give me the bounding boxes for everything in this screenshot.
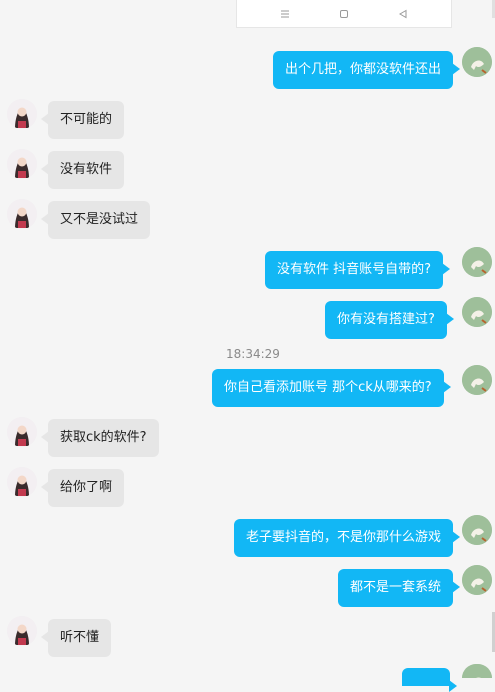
message-bubble-outgoing[interactable]: 老子要抖音的，不是你那什么游戏 <box>234 519 461 557</box>
message-text: 又不是没试过 <box>60 212 139 227</box>
avatar[interactable] <box>7 199 37 229</box>
avatar-sketch-icon <box>462 664 492 678</box>
avatar-girl-icon <box>7 99 37 129</box>
message-text: 都不是一套系统 <box>350 580 442 595</box>
message-text: 出个几把，你都没软件还出 <box>285 62 442 77</box>
triangle-back-icon[interactable] <box>396 7 410 21</box>
message-bubble-outgoing[interactable]: 出个几把，你都没软件还出 <box>273 51 461 89</box>
avatar-girl-icon <box>7 616 37 646</box>
message-text: 给你了啊 <box>60 480 113 495</box>
message-bubble-outgoing[interactable] <box>402 668 457 692</box>
avatar[interactable] <box>462 365 492 395</box>
message-bubble-incoming[interactable]: 没有软件 <box>40 151 125 189</box>
avatar[interactable] <box>7 616 37 646</box>
message-bubble-incoming[interactable]: 又不是没试过 <box>40 201 151 239</box>
message-bubble-incoming[interactable]: 获取ck的软件? <box>41 419 159 457</box>
avatar[interactable] <box>462 297 492 327</box>
avatar[interactable] <box>7 99 37 129</box>
message-text: 没有软件 <box>60 162 113 177</box>
avatar[interactable] <box>7 417 37 447</box>
avatar-girl-icon <box>7 199 37 229</box>
avatar-sketch-icon <box>462 365 492 395</box>
message-text: 没有软件 抖音账号自带的? <box>277 262 432 277</box>
message-bubble-outgoing[interactable]: 你有没有搭建过? <box>325 301 454 339</box>
message-text: 不可能的 <box>60 112 113 127</box>
message-text: 你自己看添加账号 那个ck从哪来的? <box>224 380 432 395</box>
avatar-sketch-icon <box>462 565 492 595</box>
message-text: 听不懂 <box>60 630 100 645</box>
avatar-sketch-icon <box>462 515 492 545</box>
avatar-sketch-icon <box>462 247 492 277</box>
avatar[interactable] <box>462 565 492 595</box>
message-bubble-outgoing[interactable]: 没有软件 抖音账号自带的? <box>265 251 451 289</box>
avatar[interactable] <box>462 247 492 277</box>
message-bubble-incoming[interactable]: 给你了啊 <box>40 469 125 507</box>
avatar[interactable] <box>462 664 492 678</box>
avatar[interactable] <box>7 467 37 497</box>
avatar-sketch-icon <box>462 297 492 327</box>
avatar[interactable] <box>462 515 492 545</box>
avatar-girl-icon <box>7 417 37 447</box>
message-bubble-outgoing[interactable]: 都不是一套系统 <box>338 569 461 607</box>
avatar[interactable] <box>462 47 492 77</box>
avatar-girl-icon <box>7 467 37 497</box>
avatar[interactable] <box>7 149 37 179</box>
message-text: 你有没有搭建过? <box>337 312 435 327</box>
timestamp: 18:34:29 <box>226 347 280 361</box>
square-home-icon[interactable] <box>337 7 351 21</box>
message-bubble-incoming[interactable]: 不可能的 <box>40 101 125 139</box>
message-text: 获取ck的软件? <box>60 430 147 445</box>
message-text: 老子要抖音的，不是你那什么游戏 <box>246 530 442 545</box>
menu-lines-icon[interactable] <box>278 7 292 21</box>
message-bubble-incoming[interactable]: 听不懂 <box>40 619 112 657</box>
system-navigation-bar <box>236 0 452 28</box>
message-bubble-outgoing[interactable]: 你自己看添加账号 那个ck从哪来的? <box>212 369 451 407</box>
avatar-sketch-icon <box>462 47 492 77</box>
avatar-girl-icon <box>7 149 37 179</box>
